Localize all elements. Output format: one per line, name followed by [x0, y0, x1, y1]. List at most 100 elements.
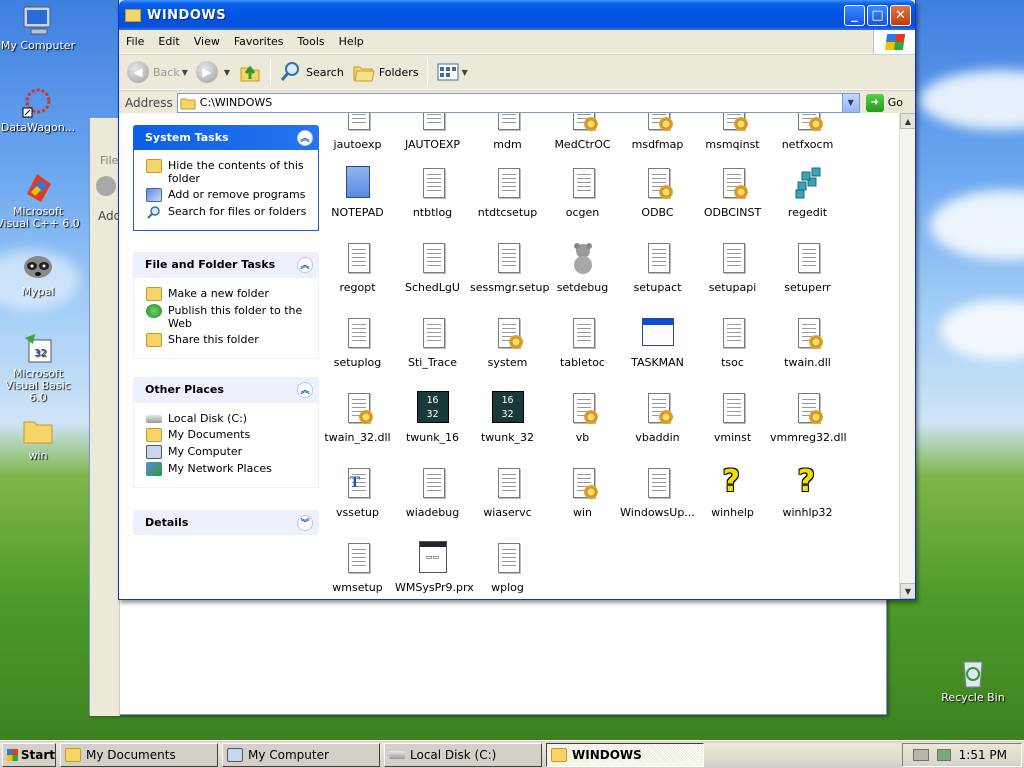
forward-button[interactable]: ▶ ▼ — [192, 61, 234, 83]
collapse-icon[interactable]: ︽ — [297, 129, 313, 146]
scroll-down-button[interactable]: ▼ — [900, 583, 915, 599]
menu-view[interactable]: View — [187, 35, 227, 48]
taskbar-local-disk[interactable]: Local Disk (C:) — [384, 742, 542, 767]
place-local-disk[interactable]: Local Disk (C:) — [146, 412, 310, 425]
file-item[interactable]: wmsetup — [320, 541, 395, 594]
desktop-icon-my-computer[interactable]: My Computer — [0, 4, 81, 52]
file-item[interactable]: WindowsUp... — [620, 466, 695, 519]
expand-icon[interactable]: ︾ — [297, 514, 313, 531]
other-places-header[interactable]: Other Places ︽ — [133, 377, 319, 402]
network-tray-icon[interactable] — [936, 748, 951, 761]
desktop-icon-recycle-bin[interactable]: Recycle Bin — [930, 656, 1016, 704]
keyboard-icon[interactable] — [912, 748, 929, 761]
file-item[interactable]: SchedLgU — [395, 241, 470, 294]
file-item[interactable]: ODBCINST — [695, 166, 770, 219]
details-header[interactable]: Details ︾ — [133, 510, 319, 535]
file-item[interactable]: setuperr — [770, 241, 845, 294]
file-item[interactable]: vbaddin — [620, 391, 695, 444]
file-item[interactable]: 16 32 twunk_32 — [470, 391, 545, 444]
file-item[interactable]: ocgen — [545, 166, 620, 219]
file-item[interactable]: setupapi — [695, 241, 770, 294]
start-button[interactable]: Start — [2, 742, 56, 767]
desktop-icon-visual-cpp[interactable]: Microsoft Visual C++ 6.0 — [0, 170, 81, 230]
file-item[interactable]: 16 32 twunk_16 — [395, 391, 470, 444]
file-item[interactable]: vb — [545, 391, 620, 444]
folders-button[interactable]: Folders — [348, 60, 423, 84]
menu-help[interactable]: Help — [332, 35, 371, 48]
file-item[interactable]: system — [470, 316, 545, 369]
task-hide-contents[interactable]: Hide the contents of this folder — [146, 159, 310, 185]
file-item[interactable]: tabletoc — [545, 316, 620, 369]
task-search-files[interactable]: Search for files or folders — [146, 205, 310, 219]
address-input[interactable]: C:\WINDOWS ▼ — [176, 92, 860, 113]
file-item[interactable]: MedCtrOC — [545, 113, 620, 151]
file-item[interactable]: twain_32.dll — [320, 391, 395, 444]
task-make-new-folder[interactable]: Make a new folder — [146, 287, 310, 301]
file-item[interactable]: JAUTOEXP — [395, 113, 470, 151]
explorer-window[interactable]: WINDOWS _ □ ✕ File Edit View Favorites T… — [118, 0, 916, 600]
menu-edit[interactable]: Edit — [151, 35, 186, 48]
go-button[interactable]: ➜ Go — [865, 93, 915, 112]
place-my-network-places[interactable]: My Network Places — [146, 462, 310, 476]
file-item[interactable]: vminst — [695, 391, 770, 444]
file-item[interactable]: sessmgr.setup — [470, 241, 549, 294]
task-add-remove-programs[interactable]: Add or remove programs — [146, 188, 310, 202]
file-item[interactable]: ODBC — [620, 166, 695, 219]
file-item[interactable]: Sti_Trace — [395, 316, 470, 369]
file-item[interactable]: ntbtlog — [395, 166, 470, 219]
file-item[interactable]: wiadebug — [395, 466, 470, 519]
taskbar-my-documents[interactable]: My Documents — [60, 742, 218, 767]
desktop-icon-visual-basic[interactable]: 32 Microsoft Visual Basic 6.0 — [0, 332, 81, 404]
file-item[interactable]: twain.dll — [770, 316, 845, 369]
file-item[interactable]: msmqinst — [695, 113, 770, 151]
file-item[interactable]: ? winhlp32 — [770, 464, 845, 519]
task-publish-folder[interactable]: Publish this folder to the Web — [146, 304, 310, 330]
file-item[interactable]: ▭▭ WMSysPr9.prx — [395, 541, 474, 594]
file-item[interactable]: setupact — [620, 241, 695, 294]
file-item[interactable]: wiaservc — [470, 466, 545, 519]
views-button[interactable]: ▼ — [432, 61, 472, 83]
desktop-icon-mypal[interactable]: Mypal — [0, 250, 81, 298]
file-item[interactable]: wplog — [470, 541, 545, 594]
file-item[interactable]: Tvssetup — [320, 466, 395, 519]
clock[interactable]: 1:51 PM — [959, 748, 1007, 762]
file-item[interactable]: tsoc — [695, 316, 770, 369]
taskbar-windows[interactable]: WINDOWS — [546, 742, 704, 767]
place-my-documents[interactable]: My Documents — [146, 428, 310, 442]
file-item[interactable]: setuplog — [320, 316, 395, 369]
desktop-icon-datawagon[interactable]: DataWagon... — [0, 86, 81, 134]
menu-file[interactable]: File — [119, 35, 151, 48]
file-item[interactable]: msdfmap — [620, 113, 695, 151]
collapse-icon[interactable]: ︽ — [297, 381, 313, 398]
search-button[interactable]: Search — [275, 60, 348, 84]
task-share-folder[interactable]: Share this folder — [146, 333, 310, 347]
file-item[interactable]: TASKMAN — [620, 316, 695, 369]
file-item[interactable]: mdm — [470, 113, 545, 151]
file-item[interactable]: win — [545, 466, 620, 519]
vertical-scrollbar[interactable]: ▲ ▼ — [899, 113, 915, 599]
file-item[interactable]: regedit — [770, 166, 845, 219]
file-item[interactable]: NOTEPAD — [320, 166, 395, 219]
maximize-button[interactable]: □ — [867, 4, 888, 26]
scroll-up-button[interactable]: ▲ — [900, 113, 915, 129]
taskbar-my-computer[interactable]: My Computer — [222, 742, 380, 767]
menu-tools[interactable]: Tools — [291, 35, 332, 48]
scroll-thumb[interactable] — [901, 129, 915, 395]
file-item[interactable]: ? winhelp — [695, 464, 770, 519]
file-item[interactable]: regopt — [320, 241, 395, 294]
address-dropdown-button[interactable]: ▼ — [841, 93, 859, 112]
collapse-icon[interactable]: ︽ — [297, 256, 313, 273]
file-item[interactable]: jautoexp — [320, 113, 395, 151]
file-item[interactable]: setdebug — [545, 241, 620, 294]
minimize-button[interactable]: _ — [844, 4, 865, 26]
file-item[interactable]: vmmreg32.dll — [770, 391, 847, 444]
file-folder-tasks-header[interactable]: File and Folder Tasks ︽ — [133, 252, 319, 277]
file-item[interactable]: netfxocm — [770, 113, 845, 151]
place-my-computer[interactable]: My Computer — [146, 445, 310, 459]
desktop-icon-win-folder[interactable]: win — [0, 414, 81, 462]
file-item[interactable]: ntdtcsetup — [470, 166, 545, 219]
back-button[interactable]: ◀ Back ▼ — [123, 61, 192, 83]
close-button[interactable]: ✕ — [890, 4, 911, 26]
system-tasks-header[interactable]: System Tasks ︽ — [133, 125, 319, 150]
menu-favorites[interactable]: Favorites — [227, 35, 291, 48]
